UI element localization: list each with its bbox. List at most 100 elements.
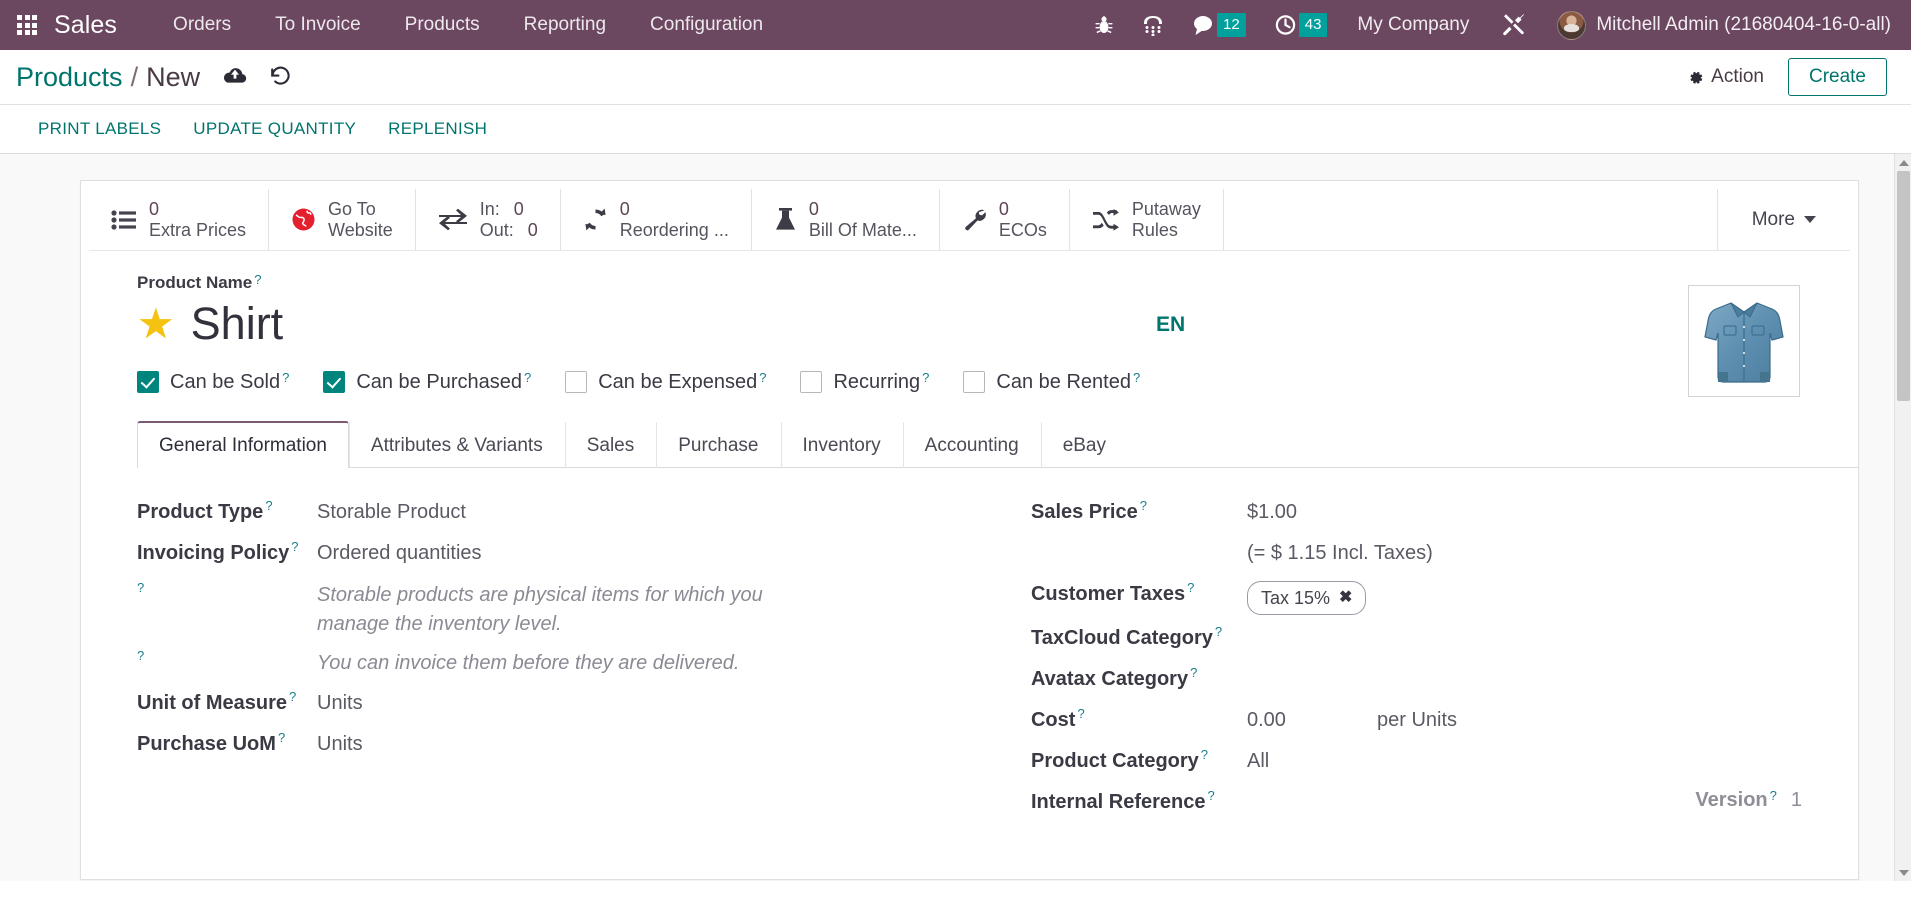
checkbox-box[interactable] — [800, 371, 823, 393]
help-tooltip-icon[interactable]: ? — [759, 371, 766, 384]
help-tooltip-icon[interactable]: ? — [1133, 371, 1140, 384]
checkbox-can-be-rented[interactable]: Can be Rented? — [963, 371, 1140, 394]
language-badge[interactable]: EN — [1156, 313, 1185, 337]
checkbox-can-be-expensed[interactable]: Can be Expensed? — [565, 371, 766, 394]
menu-item-reporting[interactable]: Reporting — [502, 0, 628, 50]
help-tooltip-icon[interactable]: ? — [1140, 499, 1147, 512]
cost-value[interactable]: 0.00 — [1247, 707, 1377, 734]
tools-icon[interactable] — [1487, 0, 1541, 50]
checkbox-box[interactable] — [963, 371, 986, 393]
replenish-button[interactable]: Replenish — [372, 113, 503, 145]
sales-price-value[interactable]: $1.00 — [1247, 499, 1802, 526]
activities-counter[interactable]: 43 — [1260, 0, 1342, 50]
app-brand-sales[interactable]: Sales — [54, 11, 117, 40]
company-switcher[interactable]: My Company — [1341, 14, 1487, 36]
invoicing-policy-value[interactable]: Ordered quantities — [317, 540, 949, 567]
tab-ebay[interactable]: eBay — [1040, 421, 1128, 468]
cloud-upload-icon[interactable] — [222, 66, 248, 86]
help-tooltip-icon[interactable]: ? — [289, 690, 296, 703]
tab-sales[interactable]: Sales — [564, 421, 657, 468]
cost-value-group: 0.00 per Units — [1247, 707, 1802, 734]
product-category-value[interactable]: All — [1247, 748, 1802, 775]
menu-item-orders[interactable]: Orders — [151, 0, 253, 50]
help-tooltip-icon[interactable]: ? — [137, 649, 144, 662]
user-name: Mitchell Admin (21680404-16-0-all) — [1596, 14, 1891, 35]
stat-button-in-out[interactable]: In: 0 Out: 0 — [416, 189, 561, 250]
purchase-uom-value[interactable]: Units — [317, 731, 949, 758]
help-tooltip-icon[interactable]: ? — [254, 273, 261, 286]
tab-inventory[interactable]: Inventory — [780, 421, 903, 468]
checkbox-can-be-sold[interactable]: Can be Sold? — [137, 371, 289, 394]
stat-button-putaway-rules[interactable]: Putaway Rules — [1070, 189, 1224, 250]
update-quantity-button[interactable]: Update Quantity — [177, 113, 372, 145]
product-image[interactable] — [1688, 285, 1800, 397]
tax-tag[interactable]: Tax 15% ✖ — [1246, 580, 1367, 615]
stat-button-reordering-rules[interactable]: 0 Reordering ... — [561, 189, 752, 250]
cost-per-unit-label: per Units — [1376, 708, 1458, 731]
breadcrumb-separator: / — [130, 61, 139, 92]
stat-button-extra-prices[interactable]: 0 Extra Prices — [89, 189, 270, 250]
scroll-down-button[interactable] — [1895, 864, 1911, 881]
checkbox-box[interactable] — [323, 371, 346, 393]
customer-taxes-label: Customer Taxes? — [1030, 579, 1195, 605]
checkbox-can-be-purchased[interactable]: Can be Purchased? — [323, 371, 531, 394]
user-menu[interactable]: Mitchell Admin (21680404-16-0-all) — [1541, 10, 1899, 40]
checkbox-label: Can be Sold? — [170, 369, 290, 393]
unit-of-measure-value[interactable]: Units — [317, 690, 949, 717]
stat-button-go-to-website[interactable]: Go To Website — [269, 189, 416, 250]
tab-attributes-variants[interactable]: Attributes & Variants — [348, 421, 565, 468]
stat-more-dropdown[interactable]: More — [1716, 189, 1850, 250]
stat-button-box: 0 Extra Prices Go To Website In: 0 Out: … — [89, 189, 1850, 251]
messages-counter[interactable]: 12 — [1178, 0, 1260, 50]
help-tooltip-icon[interactable]: ? — [1190, 666, 1197, 679]
help-tooltip-icon[interactable]: ? — [1187, 581, 1194, 594]
action-menu-button[interactable]: Action — [1681, 62, 1770, 92]
undo-icon[interactable] — [268, 65, 292, 87]
help-tooltip-icon[interactable]: ? — [278, 731, 285, 744]
help-tooltip-icon[interactable]: ? — [1208, 789, 1215, 802]
bug-icon[interactable] — [1080, 0, 1128, 50]
help-tooltip-icon[interactable]: ? — [922, 371, 929, 384]
checkbox-box[interactable] — [137, 371, 159, 393]
stat-label: ECOs — [998, 219, 1047, 240]
help-tooltip-icon[interactable]: ? — [265, 499, 272, 512]
checkbox-recurring[interactable]: Recurring? — [800, 371, 929, 394]
help-tooltip-icon[interactable]: ? — [1770, 789, 1777, 802]
main-menu: Orders To Invoice Products Reporting Con… — [151, 0, 785, 50]
scrollbar-thumb[interactable] — [1897, 171, 1910, 401]
customer-taxes-value[interactable]: Tax 15% ✖ — [1246, 580, 1802, 615]
help-tooltip-icon[interactable]: ? — [1215, 625, 1222, 638]
menu-item-configuration[interactable]: Configuration — [628, 0, 785, 50]
help-tooltip-icon[interactable]: ? — [282, 371, 289, 384]
menu-item-products[interactable]: Products — [383, 0, 502, 50]
tab-accounting[interactable]: Accounting — [902, 421, 1041, 468]
activities-count-badge: 43 — [1298, 13, 1328, 37]
tab-general-information[interactable]: General Information — [137, 420, 349, 468]
help-tooltip-icon[interactable]: ? — [291, 540, 298, 553]
help-tooltip-icon[interactable]: ? — [524, 371, 531, 384]
menu-item-to-invoice[interactable]: To Invoice — [253, 0, 383, 50]
checkbox-box[interactable] — [565, 371, 588, 393]
product-type-value[interactable]: Storable Product — [317, 499, 949, 526]
product-name-value[interactable]: Shirt — [191, 299, 284, 349]
product-name-label: Product Name? — [137, 273, 261, 293]
help-tooltip-icon[interactable]: ? — [1201, 748, 1208, 761]
close-icon[interactable]: ✖ — [1339, 587, 1352, 609]
stat-button-ecos[interactable]: 0 ECOs — [940, 189, 1070, 250]
scroll-up-button[interactable] — [1895, 154, 1911, 171]
apps-menu-toggle[interactable] — [0, 0, 54, 50]
help-tooltip-icon[interactable]: ? — [1077, 707, 1084, 720]
navbar-systray: 12 43 My Company Mitchell Admin (2168040… — [1080, 0, 1899, 50]
field-customer-taxes: Customer Taxes? Tax 15% ✖ — [1031, 576, 1802, 620]
create-button[interactable]: Create — [1787, 58, 1887, 96]
stat-label: Reordering ... — [619, 219, 729, 240]
breadcrumb-products[interactable]: Products — [16, 62, 123, 93]
stat-button-bill-of-materials[interactable]: 0 Bill Of Mate... — [752, 189, 940, 250]
help-tooltip-icon[interactable]: ? — [137, 581, 144, 594]
dialpad-icon[interactable] — [1128, 0, 1178, 50]
vertical-scrollbar[interactable] — [1894, 154, 1911, 881]
tab-purchase[interactable]: Purchase — [656, 421, 780, 468]
stat-label: Bill Of Mate... — [808, 219, 917, 240]
star-icon[interactable]: ★ — [137, 302, 175, 345]
print-labels-button[interactable]: Print Labels — [22, 113, 177, 145]
